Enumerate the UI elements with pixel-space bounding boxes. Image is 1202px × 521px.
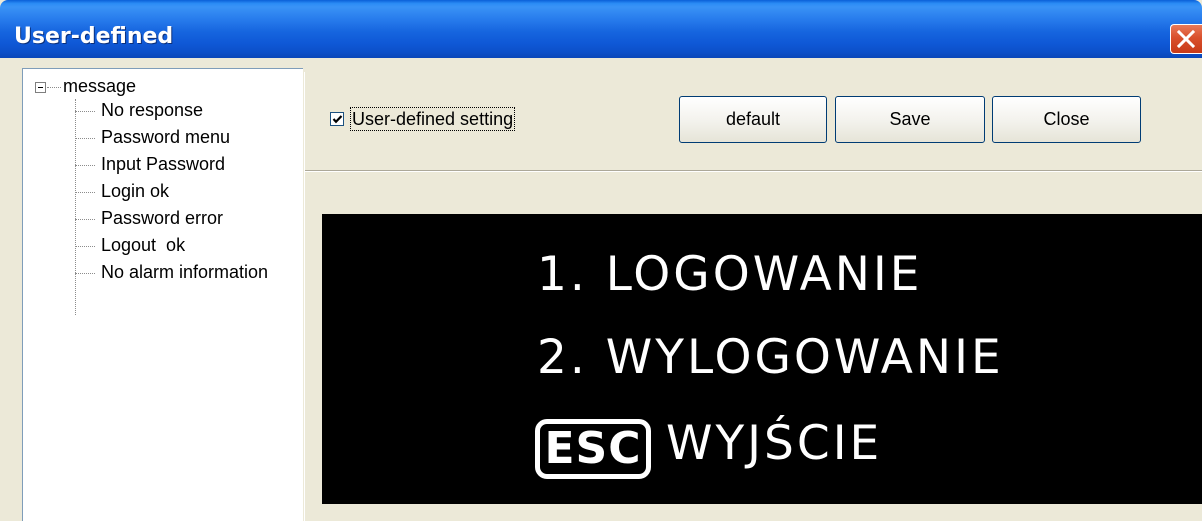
tree-connector [75,111,95,112]
message-tree[interactable]: message No response Password menu Input … [22,68,303,521]
display-line-1: 1. LOGOWANIE [537,247,923,302]
checkmark-icon [332,115,343,124]
tree-item-label: Input Password [101,154,226,174]
tree-root-label: message [63,76,137,96]
tree-item-label: No alarm information [101,262,269,282]
user-defined-setting-label[interactable]: User-defined setting [350,107,516,131]
user-defined-setting-checkbox[interactable] [330,112,344,126]
user-defined-window: User-defined message No response Passwor… [0,0,1202,521]
tree-connector [75,246,95,247]
settings-panel: User-defined setting default Save Close … [304,72,1202,521]
tree-item-label: Login ok [101,181,170,201]
title-bar[interactable]: User-defined [0,0,1202,58]
tree-connector [75,138,95,139]
tree-connector [75,273,95,274]
tree-vertical-connector [75,99,76,315]
tree-connector [47,87,61,88]
toolbar: User-defined setting default Save Close [305,72,1202,171]
tree-item-label: Password menu [101,127,231,147]
display-line-2: 2. WYLOGOWANIE [537,330,1004,385]
display-line-3: WYJŚCIE [666,416,883,471]
tree-connector [75,192,95,193]
tree-item-label: Password error [101,208,224,228]
window-title: User-defined [14,24,174,49]
tree-item-label: Logout ok [101,235,186,255]
default-button[interactable]: default [679,96,827,143]
tree-item-label: No response [101,100,204,120]
tree-connector [75,165,95,166]
close-button[interactable]: Close [992,96,1141,143]
esc-key-icon: ESC [535,419,651,479]
window-close-button[interactable] [1170,24,1202,54]
save-button[interactable]: Save [835,96,985,143]
tree-connector [75,219,95,220]
lcd-preview: 1. LOGOWANIE 2. WYLOGOWANIE ESC WYJŚCIE [322,214,1202,504]
tree-collapse-icon[interactable] [35,82,46,93]
close-icon [1176,29,1196,49]
